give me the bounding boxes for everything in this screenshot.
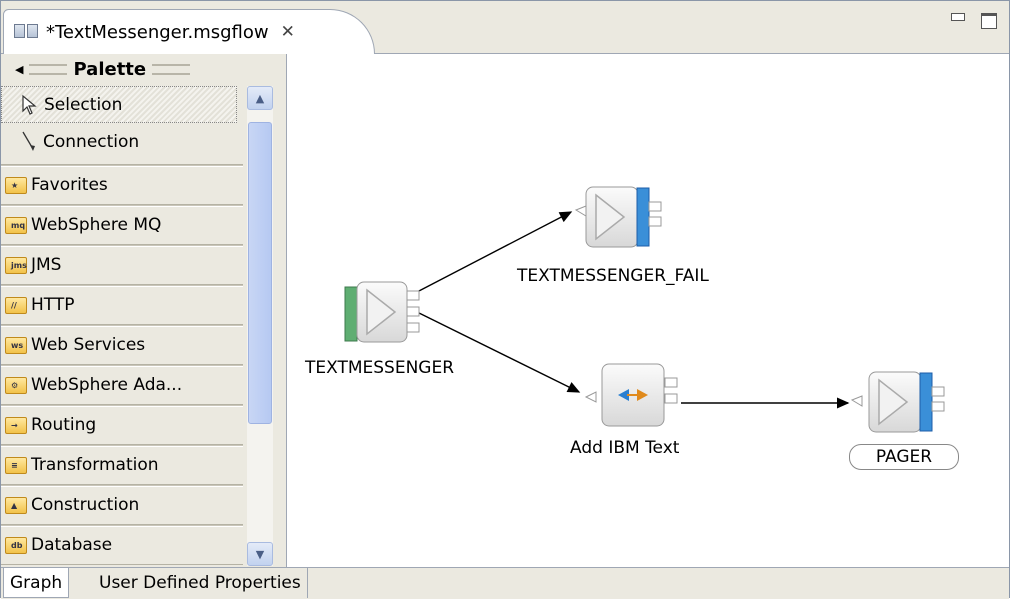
transformation-folder-icon: ≡ bbox=[5, 456, 27, 474]
connection-line-icon bbox=[22, 131, 35, 151]
msgflow-file-icon bbox=[14, 24, 38, 40]
palette-drawer-label: WebSphere MQ bbox=[31, 215, 162, 235]
node-label-text: PAGER bbox=[875, 447, 933, 467]
connection-input-to-compute[interactable] bbox=[416, 311, 581, 393]
node-label-add-ibm-text[interactable]: Add IBM Text bbox=[570, 438, 679, 458]
palette-drawer-label: Construction bbox=[31, 495, 140, 515]
palette-drawer-http[interactable]: // HTTP bbox=[1, 285, 243, 325]
routing-folder-icon: → bbox=[5, 416, 27, 434]
web-services-folder-icon: ws bbox=[5, 336, 27, 354]
flow-diagram bbox=[344, 186, 945, 433]
palette-drawer-websphere-adapters[interactable]: ⚙ WebSphere Ada... bbox=[1, 365, 243, 405]
palette-drawer-jms[interactable]: jms JMS bbox=[1, 245, 243, 285]
palette-drawer-construction[interactable]: ▲ Construction bbox=[1, 485, 243, 525]
palette-drawer-label: Database bbox=[31, 535, 113, 555]
palette-header[interactable]: ◀ Palette bbox=[1, 54, 286, 84]
tab-graph[interactable]: Graph bbox=[3, 568, 70, 598]
construction-folder-icon: ▲ bbox=[5, 496, 27, 514]
palette-drawer-label: WebSphere Ada... bbox=[31, 375, 183, 395]
editor-tab-bar: *TextMessenger.msgflow ✕ bbox=[1, 1, 1009, 54]
palette-scrollbar[interactable]: ▲ ▼ bbox=[247, 86, 273, 566]
palette-drawer-database[interactable]: db Database bbox=[1, 525, 243, 565]
palette-tool-label: Selection bbox=[44, 94, 123, 115]
palette-drawer-label: Favorites bbox=[31, 175, 108, 195]
palette-drawer-label: JMS bbox=[31, 255, 62, 275]
palette-drawer-label: Transformation bbox=[31, 455, 159, 475]
mqoutput-fail-node[interactable] bbox=[574, 186, 662, 248]
http-folder-icon: // bbox=[5, 296, 27, 314]
scrollbar-thumb[interactable] bbox=[248, 122, 272, 424]
palette-drawer-transformation[interactable]: ≡ Transformation bbox=[1, 445, 243, 485]
tab-user-defined-properties[interactable]: User Defined Properties bbox=[93, 568, 308, 598]
flow-canvas[interactable]: TEXTMESSENGER TEXTMESSENGER_FAIL Add IBM… bbox=[289, 54, 1009, 567]
adapters-folder-icon: ⚙ bbox=[5, 376, 27, 394]
mq-folder-icon: mq bbox=[5, 216, 27, 234]
palette-drawer-label: Web Services bbox=[31, 335, 146, 355]
palette-tool-selection[interactable]: Selection bbox=[1, 86, 237, 123]
tab-label: Graph bbox=[10, 572, 63, 593]
editor-tab[interactable]: *TextMessenger.msgflow ✕ bbox=[3, 9, 375, 54]
editor-bottom-tabs: Graph User Defined Properties bbox=[1, 567, 1009, 599]
node-label-textmessenger[interactable]: TEXTMESSENGER bbox=[305, 358, 454, 378]
jms-folder-icon: jms bbox=[5, 256, 27, 274]
palette-drawer-routing[interactable]: → Routing bbox=[1, 405, 243, 445]
compute-node[interactable] bbox=[584, 363, 678, 427]
arrow-cursor-icon bbox=[22, 94, 37, 115]
editor-tab-title: *TextMessenger.msgflow bbox=[46, 21, 269, 43]
palette-drawer-label: HTTP bbox=[31, 295, 75, 315]
node-label-pager[interactable]: PAGER bbox=[849, 444, 959, 470]
grip-icon bbox=[152, 63, 191, 75]
palette-list: Selection Connection ★ Favorites mq WebS… bbox=[1, 86, 243, 565]
close-icon[interactable]: ✕ bbox=[281, 22, 295, 42]
database-folder-icon: db bbox=[5, 536, 27, 554]
palette-title: Palette bbox=[73, 58, 147, 80]
collapse-arrow-icon[interactable]: ◀ bbox=[15, 63, 23, 76]
palette-drawer-websphere-mq[interactable]: mq WebSphere MQ bbox=[1, 205, 243, 245]
tab-label: User Defined Properties bbox=[99, 573, 301, 593]
palette-panel: ◀ Palette Selection Connection ★ Favorit… bbox=[1, 54, 287, 567]
grip-icon bbox=[29, 63, 68, 75]
palette-drawer-favorites[interactable]: ★ Favorites bbox=[1, 165, 243, 205]
mqoutput-pager-node[interactable] bbox=[850, 371, 945, 433]
scroll-down-icon[interactable]: ▼ bbox=[247, 542, 273, 566]
palette-tool-connection[interactable]: Connection bbox=[1, 123, 243, 160]
message-flow-editor: *TextMessenger.msgflow ✕ ◀ Palette Selec… bbox=[0, 0, 1010, 599]
scroll-up-icon[interactable]: ▲ bbox=[247, 86, 273, 110]
favorites-folder-icon: ★ bbox=[5, 176, 27, 194]
palette-drawer-label: Routing bbox=[31, 415, 97, 435]
minimize-icon[interactable] bbox=[951, 13, 965, 21]
palette-drawer-web-services[interactable]: ws Web Services bbox=[1, 325, 243, 365]
palette-tool-label: Connection bbox=[43, 131, 140, 152]
node-label-textmessenger-fail[interactable]: TEXTMESSENGER_FAIL bbox=[517, 266, 709, 286]
mqinput-node[interactable] bbox=[344, 281, 420, 343]
maximize-icon[interactable] bbox=[981, 13, 997, 29]
window-controls bbox=[951, 13, 997, 29]
